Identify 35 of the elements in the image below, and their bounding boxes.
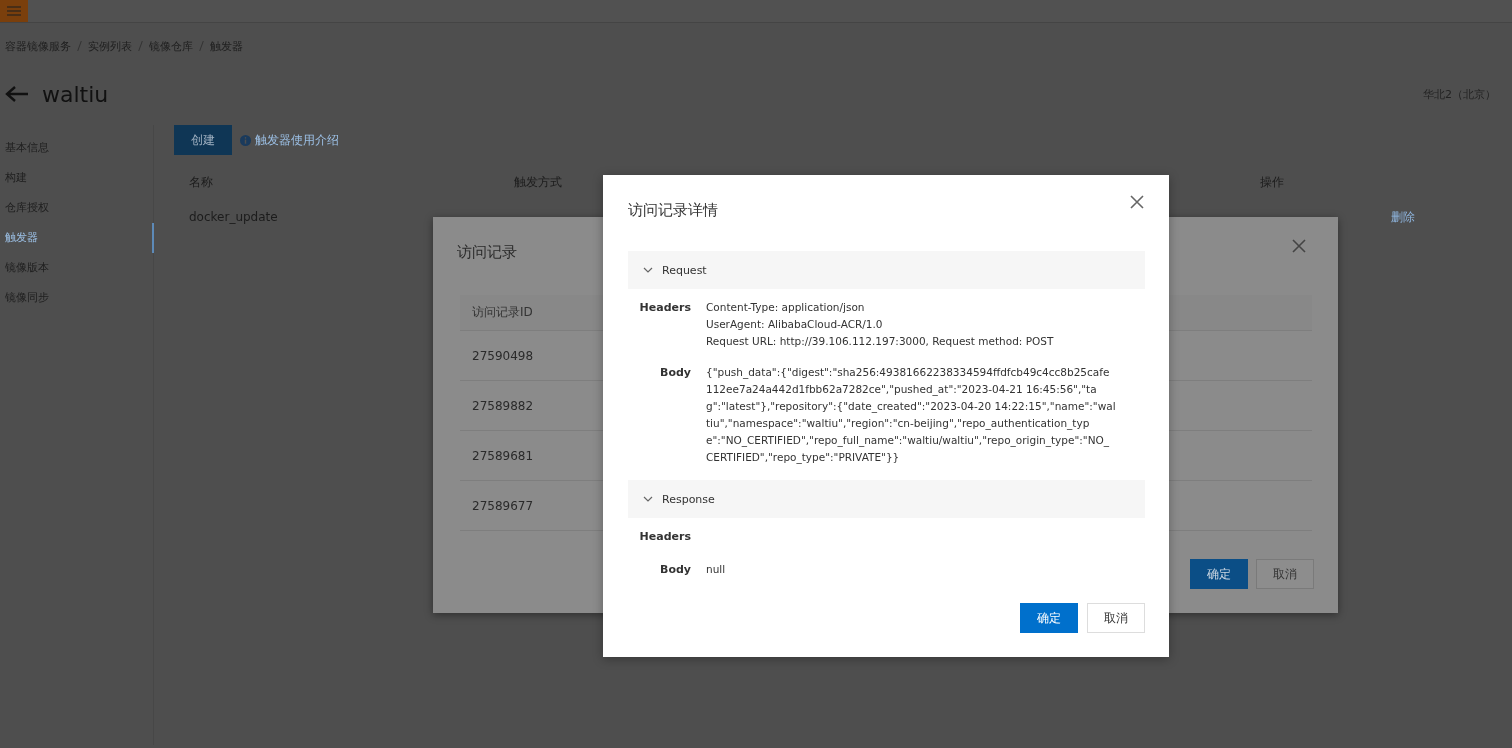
create-button[interactable]: 创建 xyxy=(174,125,232,155)
cancel-button[interactable]: 取消 xyxy=(1256,559,1314,589)
table-cell: 27589681 xyxy=(472,448,534,463)
dialog-title: 访问记录详情 xyxy=(628,201,718,221)
close-icon[interactable] xyxy=(1130,195,1144,209)
section-header[interactable]: Response xyxy=(628,480,1145,518)
table-cell: 27589677 xyxy=(472,498,534,513)
dialog-title: 访问记录 xyxy=(457,243,517,263)
table-cell: 27589882 xyxy=(472,398,534,413)
field-label: Body xyxy=(659,562,691,578)
chevron-icon xyxy=(643,267,653,273)
confirm-button[interactable]: 确定 xyxy=(1190,559,1248,589)
menu-button[interactable] xyxy=(0,0,28,22)
cancel-button[interactable]: 取消 xyxy=(1087,603,1145,633)
field-label: Headers xyxy=(638,300,691,316)
chevron-icon xyxy=(643,496,653,502)
delete-link[interactable]: 删除 xyxy=(1391,208,1415,226)
field-value: null xyxy=(706,562,727,577)
field-value: UserAgent: AlibabaCloud-ACR/1.0 xyxy=(706,317,884,332)
page-title: waltiu xyxy=(42,81,109,107)
confirm-button[interactable]: 确定 xyxy=(1020,603,1078,633)
field-value: Request URL: http://39.106.112.197:3000, Request method: POST xyxy=(706,334,1055,349)
field-value: {"push_data":{"digest":"sha256:49381662238334594ffdfcb49c4cc8b25cafe112ee7a24a442d1fbb62a7282ce","pushed_at":"2023-04-21 16:45:56","tag":"latest"},"repository":{"date_created":"2023-04-20 14:22:15","name":"waltiu","namespace":"waltiu","region":"cn-beijing","repo_authentication_type":"NO_CERTIFIED","repo_full_name":"waltiu/waltiu","repo_origin_type":"NO_CERTIFIED","repo_type":"PRIVATE"}} xyxy=(706,365,1116,466)
column-header: 访问记录ID xyxy=(472,304,533,321)
field-label: Headers xyxy=(638,529,691,545)
info-icon xyxy=(240,134,251,146)
section-header[interactable]: Request xyxy=(628,251,1145,289)
back-arrow-icon[interactable] xyxy=(5,85,29,103)
field-label: Body xyxy=(659,365,691,381)
sidebar-item[interactable]: 触发器 xyxy=(0,223,154,253)
table-cell: 27590498 xyxy=(472,348,534,363)
help-link[interactable]: 触发器使用介绍 xyxy=(255,131,339,149)
menu-icon xyxy=(7,6,21,16)
field-value: Content-Type: application/json xyxy=(706,300,866,315)
close-icon[interactable] xyxy=(1292,239,1306,253)
